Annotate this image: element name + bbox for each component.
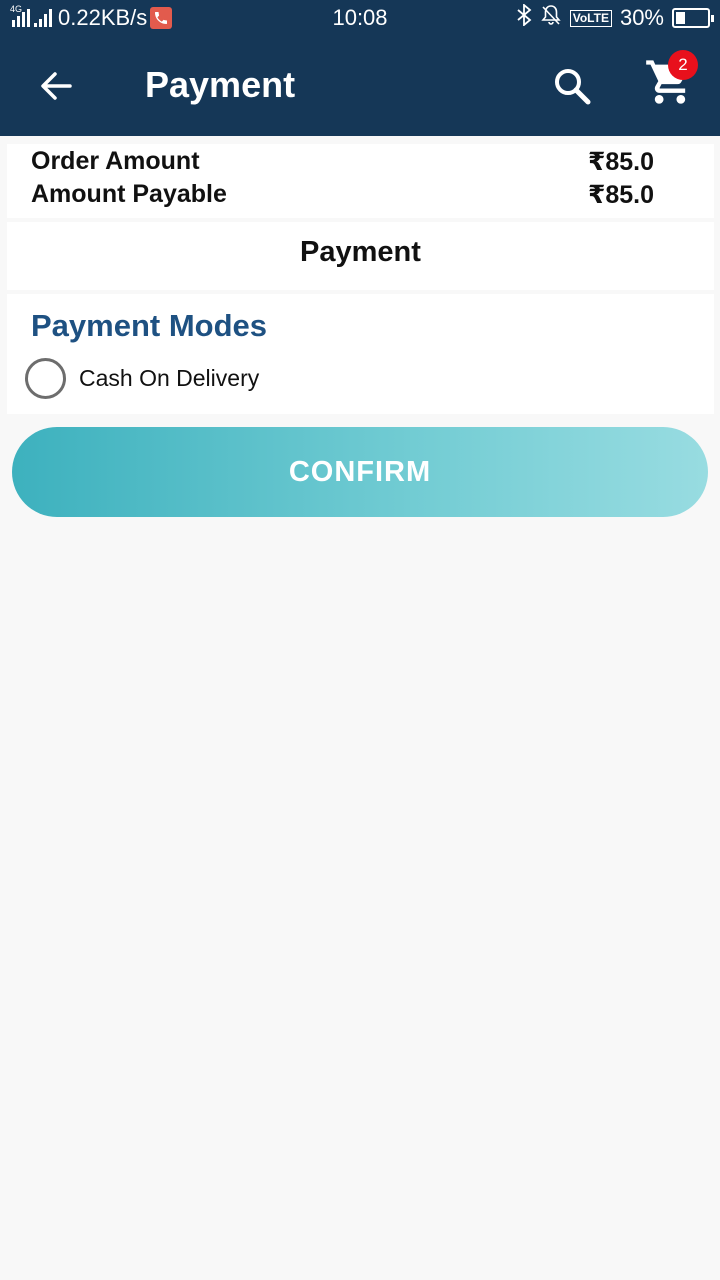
amount-payable-value: ₹85.0	[587, 181, 654, 209]
app-header: 4G 0.22KB/s 10:08 VoLTE 30% Payment 2	[0, 0, 720, 136]
battery-fill	[676, 12, 685, 24]
amount-payable-label: Amount Payable	[31, 180, 227, 208]
battery-percent: 30%	[619, 5, 664, 30]
order-amount-label: Order Amount	[31, 147, 200, 175]
cart-count-badge: 2	[668, 50, 698, 80]
amount-payable-row: Amount Payable ₹85.0	[31, 180, 654, 210]
page-title: Payment	[145, 64, 296, 105]
cash-on-delivery-option[interactable]: Cash On Delivery	[25, 358, 259, 399]
payment-modes-title: Payment Modes	[31, 308, 268, 343]
payment-heading: Payment	[7, 222, 714, 290]
mute-bell-icon	[540, 4, 562, 32]
radio-button[interactable]	[25, 358, 66, 399]
payment-modes-section: Payment Modes Cash On Delivery	[7, 294, 714, 414]
battery-icon	[672, 8, 714, 28]
order-amount-row: Order Amount ₹85.0	[31, 147, 654, 177]
search-icon[interactable]	[550, 64, 594, 108]
status-right: VoLTE 30%	[516, 3, 714, 32]
volte-indicator: VoLTE	[569, 9, 612, 27]
amount-summary: Order Amount ₹85.0 Amount Payable ₹85.0	[7, 144, 714, 218]
cash-on-delivery-label: Cash On Delivery	[79, 365, 260, 391]
confirm-button[interactable]: CONFIRM	[12, 427, 708, 517]
order-amount-value: ₹85.0	[587, 148, 654, 176]
back-arrow-icon[interactable]	[36, 66, 76, 106]
bluetooth-icon	[516, 3, 532, 32]
status-bar: 4G 0.22KB/s 10:08 VoLTE 30%	[0, 0, 720, 36]
